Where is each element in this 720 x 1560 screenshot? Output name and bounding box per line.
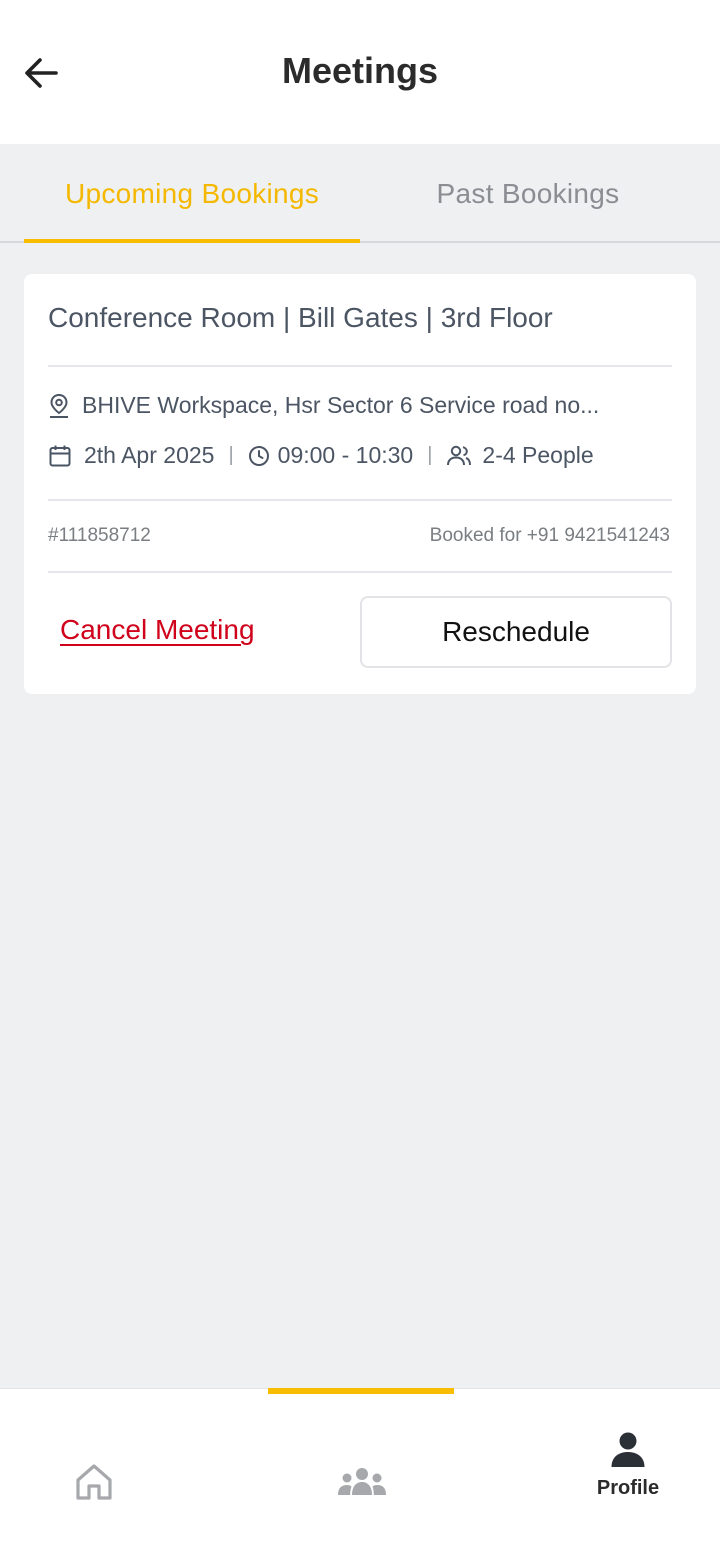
location-text: BHIVE Workspace, Hsr Sector 6 Service ro… xyxy=(82,392,600,418)
tab-past-bookings[interactable]: Past Bookings xyxy=(360,144,696,243)
active-tab-indicator xyxy=(24,239,360,243)
divider xyxy=(48,499,672,501)
booking-room-title: Conference Room | Bill Gates | 3rd Floor xyxy=(48,302,553,333)
calendar-icon xyxy=(49,445,71,466)
booking-time: 09:00 - 10:30 xyxy=(277,442,414,468)
booking-tabs: Upcoming Bookings Past Bookings xyxy=(0,144,720,243)
bottom-navigation: Profile xyxy=(0,1388,720,1560)
reschedule-button[interactable]: Reschedule xyxy=(360,596,672,668)
separator: | xyxy=(228,444,234,466)
nav-profile-label: Profile xyxy=(596,1477,660,1499)
page-title: Meetings xyxy=(281,50,439,91)
divider xyxy=(48,365,672,367)
app-bar: Meetings xyxy=(0,0,720,144)
nav-home[interactable] xyxy=(54,1389,134,1560)
booked-for-text: Booked for +91 9421541243 xyxy=(429,525,670,546)
people-icon xyxy=(447,445,472,465)
booking-card: Conference Room | Bill Gates | 3rd Floor… xyxy=(24,274,696,694)
home-icon xyxy=(76,1464,112,1500)
community-icon xyxy=(338,1468,386,1495)
divider xyxy=(48,571,672,573)
tab-upcoming-bookings[interactable]: Upcoming Bookings xyxy=(24,144,360,243)
location-row: BHIVE Workspace, Hsr Sector 6 Service ro… xyxy=(48,392,599,419)
cancel-meeting-link[interactable]: Cancel Meeting xyxy=(60,614,255,646)
nav-profile[interactable]: Profile xyxy=(580,1389,676,1560)
nav-community[interactable] xyxy=(322,1389,402,1560)
location-pin-icon xyxy=(50,393,68,418)
clock-icon xyxy=(248,445,269,466)
schedule-row: 2th Apr 2025 | 09:00 - 10:30 | 2-4 Peopl… xyxy=(48,442,594,469)
booking-capacity: 2-4 People xyxy=(482,442,594,468)
booking-date: 2th Apr 2025 xyxy=(84,442,215,468)
profile-icon xyxy=(611,1432,645,1467)
booking-id: #111858712 xyxy=(48,525,151,546)
separator: | xyxy=(427,444,433,466)
